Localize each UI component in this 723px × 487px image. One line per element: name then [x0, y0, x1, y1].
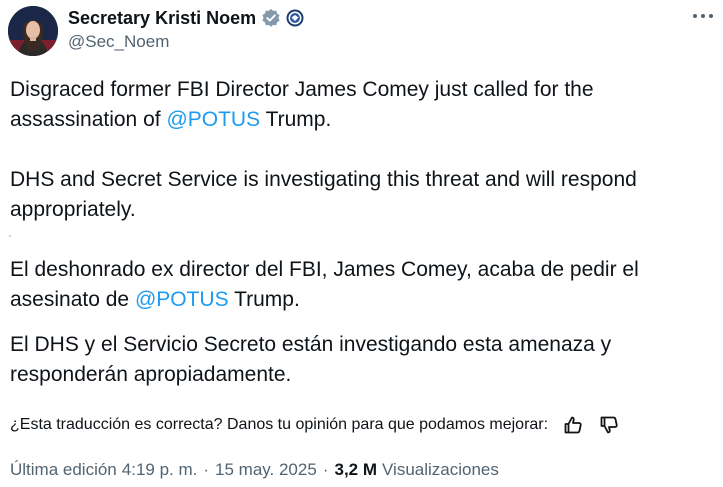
tweet-text-paragraph-2: DHS and Secret Service is investigating … — [10, 168, 637, 221]
tweet-date[interactable]: 15 may. 2025 — [215, 460, 317, 480]
author-handle[interactable]: @Sec_Noem — [68, 32, 169, 52]
dhs-seal-icon[interactable] — [286, 9, 304, 27]
views-label: Visualizaciones — [382, 460, 499, 479]
tweet-text-segment: Trump. — [228, 288, 300, 311]
thumbs-down-icon[interactable] — [598, 414, 620, 436]
tweet: Secretary Kristi Noem @Sec_Noem Disgrace… — [0, 0, 723, 487]
author-name-row: Secretary Kristi Noem — [68, 6, 304, 30]
tweet-text-segment: El deshonrado ex director del FBI, James… — [10, 258, 639, 311]
translated-text-paragraph-2: El DHS y el Servicio Secreto están inves… — [10, 333, 612, 386]
tweet-text-segment: Trump. — [260, 108, 332, 131]
tweet-time[interactable]: 4:19 p. m. — [122, 460, 198, 480]
potus-mention-link[interactable]: @POTUS — [135, 288, 229, 311]
more-options-icon[interactable] — [690, 6, 716, 26]
tweet-meta: Última edición 4:19 p. m. · 15 may. 2025… — [10, 457, 499, 483]
translation-feedback: ¿Esta traducción es correcta? Danos tu o… — [10, 413, 620, 437]
meta-separator: · — [322, 460, 329, 479]
author-name[interactable]: Secretary Kristi Noem — [68, 8, 256, 29]
divider-dot — [9, 235, 11, 237]
meta-separator: · — [203, 460, 210, 479]
thumbs-up-icon[interactable] — [562, 414, 584, 436]
views-count: 3,2 M — [334, 460, 378, 479]
potus-mention-link[interactable]: @POTUS — [166, 108, 260, 131]
translated-text-paragraph-1: El deshonrado ex director del FBI, James… — [10, 255, 710, 315]
avatar[interactable] — [8, 6, 58, 56]
edited-label[interactable]: Última edición — [10, 460, 117, 480]
gray-verified-badge-icon[interactable] — [261, 8, 281, 28]
translation-feedback-prompt: ¿Esta traducción es correcta? Danos tu o… — [10, 416, 549, 433]
tweet-text-paragraph-1: Disgraced former FBI Director James Come… — [10, 75, 710, 135]
